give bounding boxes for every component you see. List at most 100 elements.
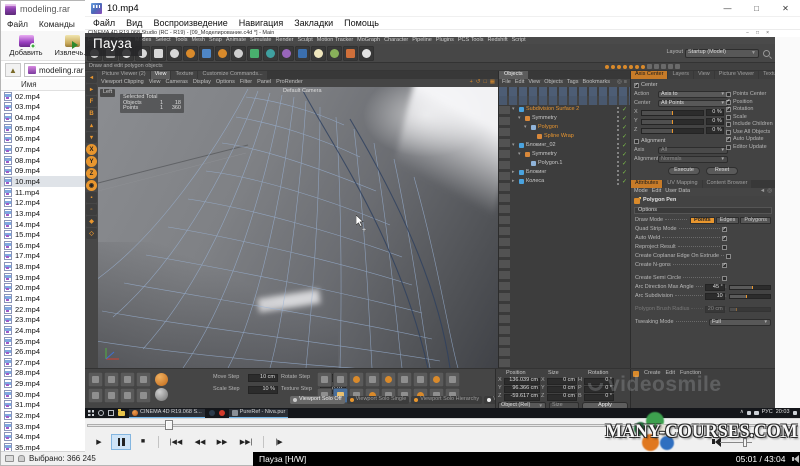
expand-icon[interactable]: ▾ [518, 152, 523, 157]
object-row[interactable]: Spline Wrap✓ [510, 132, 630, 141]
tab-uv-mapping[interactable]: UV Mapping [663, 180, 701, 188]
up-icon[interactable]: ▴ [86, 120, 97, 131]
object-row[interactable]: ▸Колеса✓ [510, 177, 630, 186]
visibility-dots-icon[interactable] [617, 116, 619, 118]
last-tool-icon[interactable] [183, 46, 198, 61]
slider-value[interactable]: 0 % [706, 118, 724, 125]
prev-icon[interactable]: ◂ [86, 72, 97, 83]
viewport-menu-item[interactable]: Display [193, 80, 211, 86]
option-slider[interactable] [729, 307, 771, 312]
viewport-tab[interactable]: Picture Viewer (2) [98, 71, 150, 79]
add-button[interactable]: Добавить [3, 31, 49, 60]
object-row[interactable]: ▸Блокинг✓ [510, 168, 630, 177]
subdivision-surface-icon[interactable] [247, 46, 262, 61]
language-indicator[interactable]: РУС [762, 410, 773, 416]
c4d-menu-item[interactable]: Sculpt [297, 38, 312, 44]
checkbox-icon[interactable] [722, 263, 727, 268]
c4d-menu-item[interactable]: Character [384, 38, 408, 44]
player-menu-item[interactable]: Навигация [239, 18, 283, 28]
camera-label[interactable]: Default Camera [283, 89, 322, 95]
checkbox-icon[interactable] [726, 254, 731, 259]
coord-value[interactable]: 0 cm [547, 394, 577, 401]
checkbox-icon[interactable] [726, 92, 731, 97]
viewport-menu-item[interactable]: Viewport Clipping [101, 80, 144, 86]
skip-back-button[interactable]: |◀◀ [164, 434, 188, 450]
tray-chevron-icon[interactable]: ∧ [740, 410, 744, 416]
option-check-row[interactable]: Include Children [726, 121, 772, 129]
c4d-menu-item[interactable]: Snap [209, 38, 222, 44]
lock-icon[interactable]: ◎ [767, 189, 772, 195]
object-row[interactable]: ▾Subdivision Surface 2✓ [510, 105, 630, 114]
stop-button[interactable]: ■ [133, 434, 153, 450]
viewport-menu-item[interactable]: Panel [257, 80, 271, 86]
viewport-tab[interactable]: Texture [171, 71, 197, 79]
expand-icon[interactable]: ▸ [512, 179, 517, 184]
cube-icon[interactable] [199, 46, 214, 61]
coord-value[interactable]: 0 cm [547, 378, 577, 385]
viewport-tab[interactable]: Customize Commands... [198, 71, 266, 79]
tool-tile[interactable] [413, 372, 428, 387]
action-select[interactable]: Axis to ▼ [658, 91, 728, 98]
viewport-solo-button[interactable]: Viewport Solo Off [290, 396, 345, 404]
notification-icon[interactable] [793, 411, 798, 416]
x-axis-icon[interactable]: X [86, 144, 97, 155]
alignment-select[interactable]: Normals ▼ [658, 156, 728, 163]
visibility-dots-icon[interactable] [617, 143, 619, 145]
axis-select[interactable]: All ▼ [658, 147, 728, 154]
winrar-menu-item[interactable]: Файл [7, 19, 28, 29]
checkbox-icon[interactable] [722, 276, 727, 281]
visibility-dots-icon[interactable] [617, 125, 619, 127]
tab-axis-center[interactable]: Axis Center [631, 71, 667, 79]
option-check-row[interactable]: Position [726, 99, 772, 107]
z-axis-icon[interactable]: Z [86, 168, 97, 179]
render-icon[interactable] [359, 46, 374, 61]
scale-icon[interactable] [151, 46, 166, 61]
viewport-solo-button[interactable]: Viewport Solo Hierarchy [411, 396, 482, 404]
symmetry-icon[interactable] [263, 46, 278, 61]
attributes-menu-item[interactable]: Edit [652, 189, 661, 195]
checkbox-icon[interactable] [726, 107, 731, 112]
c4d-menu-item[interactable]: Simulate [250, 38, 271, 44]
c4d-menu-item[interactable]: Motion Tracker [317, 38, 353, 44]
pen-icon[interactable] [215, 46, 230, 61]
tool-tile[interactable] [136, 372, 151, 387]
minimize-button[interactable]: — [713, 0, 742, 17]
deformer-icon[interactable] [279, 46, 294, 61]
tool-tile[interactable] [88, 372, 103, 387]
tool-tile[interactable] [88, 388, 103, 403]
c4d-menu-item[interactable]: Redshift [487, 38, 507, 44]
pureref-taskbar-button[interactable]: PureRef - Niva.pur [229, 409, 289, 418]
material-icon[interactable] [343, 46, 358, 61]
step-value[interactable]: 10 cm [248, 374, 278, 382]
checkbox-icon[interactable] [634, 83, 639, 88]
om-menu-item[interactable]: File [502, 80, 511, 86]
attributes-menu-item[interactable]: Mode [634, 189, 648, 195]
tool-tile[interactable] [104, 388, 119, 403]
viewport-menu-item[interactable]: Cameras [166, 80, 188, 86]
checkbox-icon[interactable] [634, 139, 639, 144]
slider-track[interactable] [641, 128, 704, 134]
tool-tile[interactable] [381, 372, 396, 387]
om-toolbar-icons-row2[interactable] [499, 96, 630, 105]
tool-tile[interactable] [349, 372, 364, 387]
tool-tile[interactable] [120, 388, 135, 403]
back-icon[interactable]: ◄ [760, 189, 765, 195]
tab-picture-viewer[interactable]: Picture Viewer [715, 71, 758, 79]
opera-icon[interactable] [219, 410, 225, 416]
option-value[interactable]: 20 cm [705, 306, 725, 313]
visibility-dots-icon[interactable] [617, 161, 619, 163]
tab-view[interactable]: View [694, 71, 714, 79]
c4d-menu-item[interactable]: Mesh [192, 38, 205, 44]
c4d-menu-item[interactable]: Pipeline [412, 38, 432, 44]
object-row[interactable]: ▾Symmetry✓ [510, 150, 630, 159]
om-menu-item[interactable]: Bookmarks [582, 80, 610, 86]
edges-mode-icon[interactable]: ◇ [86, 228, 97, 239]
coord-value[interactable]: 96.366 cm [504, 386, 540, 393]
enabled-check-icon[interactable]: ✓ [622, 179, 627, 185]
attributes-menu-item[interactable]: User Data [665, 189, 690, 195]
c4d-menu-item[interactable]: Render [275, 38, 293, 44]
texture-mode-icon[interactable]: ▫ [86, 204, 97, 215]
om-menu-item[interactable]: View [528, 80, 540, 86]
c4d-taskbar-button[interactable]: CINEMA 4D R19.068 S... [129, 409, 205, 418]
pan-icon[interactable]: + [470, 80, 473, 86]
